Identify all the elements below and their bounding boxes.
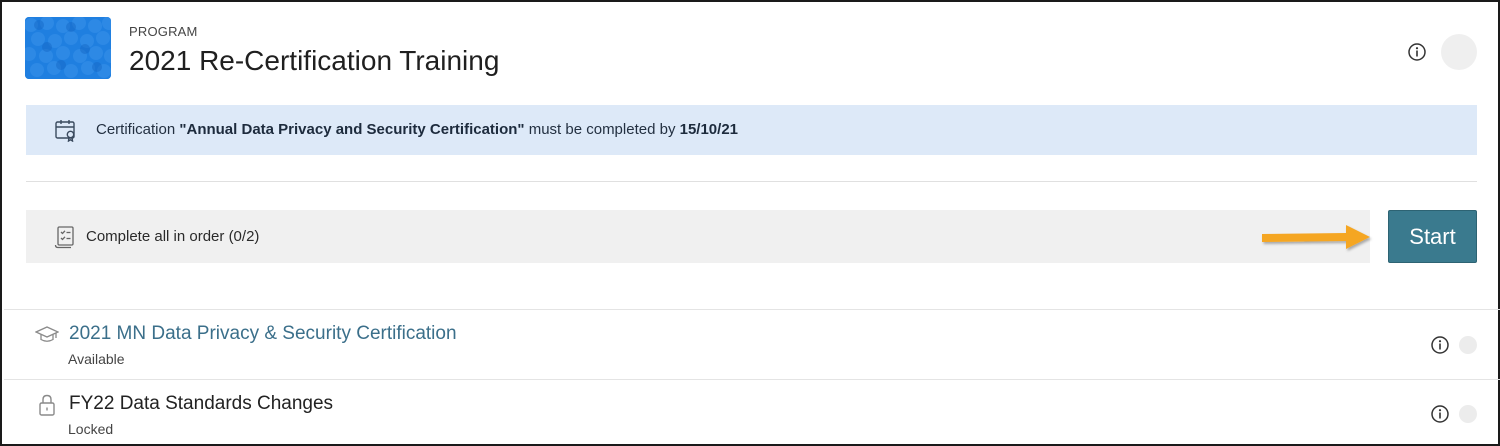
banner-middle: must be completed by [524,121,680,138]
progress-circle [1459,405,1477,423]
section-divider [26,181,1477,182]
info-icon[interactable] [1407,42,1427,62]
graduation-cap-icon [34,323,60,347]
list-divider [4,309,1500,310]
certification-name: "Annual Data Privacy and Security Certif… [179,121,525,138]
item-title: FY22 Data Standards Changes [69,393,334,414]
item-status: Locked [68,421,114,437]
certification-due-text: Certification "Annual Data Privacy and S… [96,121,738,138]
progress-circle [1441,34,1477,70]
page-title: 2021 Re-Certification Training [129,45,500,76]
lock-icon [35,393,59,417]
list-divider [4,379,1500,380]
calendar-certificate-icon [54,118,78,143]
progress-circle [1459,336,1477,354]
program-page: PROGRAM 2021 Re-Certification Training C… [0,0,1500,446]
program-eyebrow: PROGRAM [129,24,198,39]
banner-prefix: Certification [96,121,180,138]
start-button[interactable]: Start [1388,210,1477,263]
info-icon[interactable] [1430,335,1450,355]
due-date: 15/10/21 [679,121,738,138]
info-icon[interactable] [1430,404,1450,424]
program-thumbnail [25,17,111,79]
completion-order-bar: Complete all in order (0/2) [26,210,1370,263]
item-status: Available [68,351,125,367]
checklist-icon [54,225,76,249]
certification-banner: Certification "Annual Data Privacy and S… [26,105,1477,155]
arrow-annotation-icon [1260,222,1374,254]
item-title-link[interactable]: 2021 MN Data Privacy & Security Certific… [69,323,457,345]
completion-order-label: Complete all in order (0/2) [86,228,260,245]
